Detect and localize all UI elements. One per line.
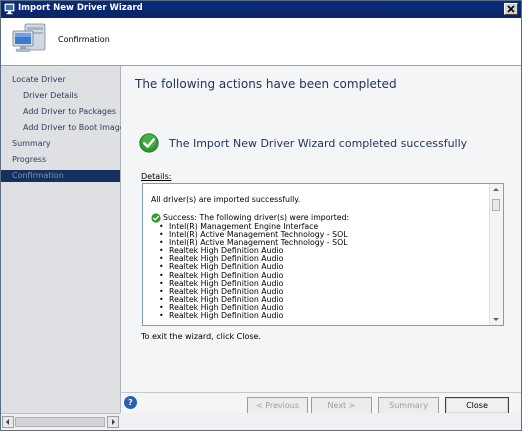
summary-button[interactable]: Summary — [378, 397, 439, 414]
close-x-icon — [507, 5, 515, 13]
details-success-line: Success: The following driver(s) were im… — [163, 213, 350, 222]
page-title: Confirmation — [58, 35, 110, 44]
nav-item-label: Driver Details — [23, 91, 78, 100]
close-button[interactable]: Close — [445, 397, 509, 414]
nav-item-label: Progress — [12, 155, 47, 164]
nav-item-add-driver-to-boot-images[interactable]: Add Driver to Boot Images — [1, 122, 129, 134]
bottom-strip — [121, 413, 521, 430]
exit-instruction: To exit the wizard, click Close. — [141, 332, 261, 341]
close-window-button[interactable] — [504, 3, 518, 15]
nav-item-driver-details[interactable]: Driver Details — [1, 90, 120, 102]
nav-horizontal-scrollbar[interactable] — [1, 413, 120, 430]
nav-item-label: Add Driver to Boot Images — [23, 123, 129, 132]
details-summary: All driver(s) are imported successfully. — [151, 195, 301, 204]
window-title: Import New Driver Wizard — [18, 3, 143, 13]
nav-item-label: Confirmation — [12, 171, 64, 180]
content-heading: The following actions have been complete… — [135, 77, 397, 91]
nav-item-label: Locate Driver — [12, 75, 66, 84]
success-message: The Import New Driver Wizard completed s… — [169, 137, 468, 150]
nav-item-progress[interactable]: Progress — [1, 154, 120, 166]
nav-item-confirmation[interactable]: Confirmation — [1, 170, 120, 182]
wizard-header: Confirmation — [1, 18, 521, 66]
wizard-step-nav: Locate Driver Driver Details Add Driver … — [1, 66, 129, 413]
wizard-footer: ? < Previous Next > Summary Close — [121, 392, 521, 414]
nav-item-add-driver-to-packages[interactable]: Add Driver to Packages — [1, 106, 120, 118]
computer-icon — [4, 3, 16, 15]
wizard-window: Import New Driver Wizard Confirmation Lo… — [0, 0, 522, 431]
scroll-down-arrow-icon[interactable] — [493, 318, 499, 321]
scroll-right-arrow-icon[interactable] — [107, 416, 119, 428]
driver-list-item: Realtek High Definition Audio — [159, 311, 348, 320]
details-textbox[interactable]: All driver(s) are imported successfully.… — [142, 183, 504, 326]
previous-button[interactable]: < Previous — [247, 397, 308, 414]
details-vertical-scrollbar[interactable] — [489, 184, 503, 325]
wizard-content: The following actions have been complete… — [121, 66, 521, 392]
computer-monitor-icon — [11, 21, 49, 59]
nav-item-label: Summary — [12, 139, 51, 148]
next-button[interactable]: Next > — [311, 397, 372, 414]
scroll-up-arrow-icon[interactable] — [493, 188, 499, 191]
green-checkmark-icon — [139, 133, 159, 153]
details-content: All driver(s) are imported successfully.… — [143, 184, 491, 325]
nav-item-label: Add Driver to Packages — [23, 107, 117, 116]
driver-list: Intel(R) Management Engine Interface Int… — [159, 222, 348, 320]
nav-item-locate-driver[interactable]: Locate Driver — [1, 74, 120, 86]
help-question-icon[interactable]: ? — [124, 396, 137, 409]
scroll-left-arrow-icon[interactable] — [2, 416, 14, 428]
details-label: Details: — [141, 172, 172, 181]
scroll-thumb[interactable] — [492, 199, 500, 211]
title-bar[interactable]: Import New Driver Wizard — [1, 1, 521, 18]
nav-item-summary[interactable]: Summary — [1, 138, 120, 150]
horizontal-scroll-thumb[interactable] — [15, 417, 105, 427]
